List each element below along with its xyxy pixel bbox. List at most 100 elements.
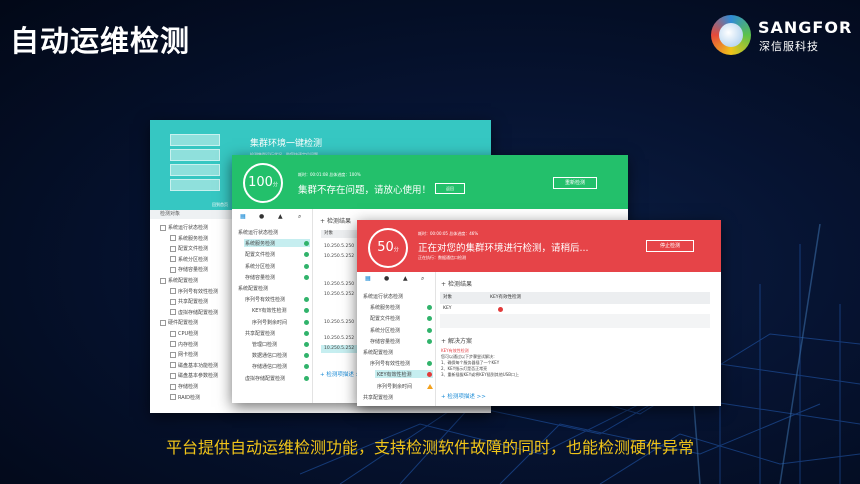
checkbox-icon[interactable] [170,330,176,337]
w3-result-title: + 检测结果 [441,281,472,288]
checkbox-icon[interactable] [170,245,176,252]
w3-toolbar: ▦ ● ▲ ⌕ [357,275,435,285]
check-ok-icon [304,319,309,325]
tree-item[interactable]: KEY有效性检测 [232,307,332,314]
tree-item[interactable]: 存储容量检测 [357,338,448,345]
w3-header: 50分 耗时：00:00:05 总体进度：46% 正在对您的集群环境进行检测，请… [357,220,721,272]
w3-col-object: 对象 [443,295,452,300]
tree-item[interactable]: 系统运行状态检测 [357,293,441,300]
check-ok-icon [304,263,309,269]
object-cell[interactable]: 10.250.5.252 [321,291,360,299]
checkbox-icon[interactable] [170,266,176,273]
tree-item[interactable]: 系统运行状态检测 [232,229,318,236]
tree-item[interactable]: 序列号有效性检测 [232,296,325,303]
tree-item[interactable]: 系统服务检测 [357,304,448,311]
checkbox-icon[interactable] [170,351,176,358]
check-ok-icon [304,241,309,247]
tree-item-label: 共享配置检测 [363,394,394,401]
checkbox-icon[interactable] [170,341,176,348]
tree-item-label: 配置文件检测 [370,316,401,323]
check-error-icon [427,372,432,378]
tree-item[interactable]: 序列号剩余时间 [357,383,455,390]
tree-item-label: 系统配置检测 [238,286,269,292]
warning-icon[interactable]: ▲ [278,213,283,220]
tree-item[interactable]: 虚拟存储配置检测 [232,375,325,382]
object-cell[interactable]: 10.250.5.250 [321,243,360,251]
warning-icon[interactable]: ▲ [403,275,408,282]
check-circle-icon[interactable]: ● [259,213,264,220]
tree-item-label: 虚拟存储配置检测 [178,309,219,316]
w2-toolbar: ▦ ● ▲ ⌕ [232,213,312,223]
stop-check-button[interactable]: 停止检测 [646,240,694,252]
checkbox-icon[interactable] [170,362,176,369]
tree-item[interactable]: 系统服务检测 [232,240,325,247]
tree-item-label: 序列号有效性检测 [370,361,411,368]
check-ok-icon [427,338,432,344]
tree-item-label: 系统运行状态检测 [363,294,404,300]
w2-return-button[interactable]: 返回 [435,183,465,194]
checkbox-icon[interactable] [160,277,166,284]
tree-item[interactable]: 共享配置检测 [357,394,441,401]
object-cell[interactable]: 10.250.5.252 [321,345,360,353]
checkbox-icon[interactable] [170,298,176,305]
tree-item-label: 共享配置检测 [245,330,276,337]
sangfor-logo: SANGFOR 深信服科技 [711,15,851,57]
slide-caption: 平台提供自动运维检测功能，支持检测软件故障的同时，也能检测硬件异常 [165,438,694,457]
object-cell[interactable]: 10.250.5.252 [321,253,360,261]
check-circle-icon[interactable]: ● [384,275,389,282]
w1-back-link[interactable]: 回到首页 [212,202,228,208]
grid-icon[interactable]: ▦ [365,275,371,282]
search-icon[interactable]: ⌕ [298,213,301,221]
tree-item[interactable]: 系统分区检测 [357,327,448,334]
tree-item[interactable]: 系统配置检测 [357,349,441,356]
tree-item-label: 磁盘基本功能检测 [178,362,219,369]
w2-meta: 耗时：00:01:08 总体进度：100% [298,172,361,177]
tree-item[interactable]: 管理口检测 [232,341,332,348]
checkbox-icon[interactable] [170,235,176,242]
tree-item[interactable]: 序列号有效性检测 [357,360,448,367]
tree-item-label: 存储容量检测 [370,338,401,345]
checkbox-icon[interactable] [170,288,176,295]
object-cell[interactable]: 10.250.5.252 [321,335,360,343]
tree-item[interactable]: 系统配置检测 [232,285,318,292]
object-cell[interactable]: 10.250.5.250 [321,319,360,327]
tree-item-label: 配置文件检测 [178,246,209,253]
checkbox-icon[interactable] [160,224,166,231]
tree-item-label: 系统运行状态检测 [168,225,209,231]
checkbox-icon[interactable] [160,319,166,326]
check-ok-icon [304,375,309,381]
checkbox-icon[interactable] [170,383,176,390]
tree-item[interactable]: 配置文件检测 [232,251,325,258]
checkbox-icon[interactable] [170,372,176,379]
tree-item[interactable]: 共享配置检测 [232,330,325,337]
tree-item-label: 系统分区检测 [178,256,209,263]
grid-icon[interactable]: ▦ [240,213,246,220]
tree-item[interactable]: 序列号剩余时间 [232,319,332,326]
server-rack-icon [170,134,220,192]
w2-message: 集群不存在问题，请放心使用！ [298,185,432,196]
checkbox-icon[interactable] [170,394,176,401]
tree-item[interactable]: 配置文件检测 [357,315,448,322]
w1-title: 集群环境一键检测 [250,139,323,149]
tree-item-label: 序列号有效性检测 [245,297,286,304]
w3-more-link[interactable]: + 检测项描述 >> [441,392,486,400]
object-cell[interactable]: 10.250.5.250 [321,281,360,289]
w3-meta: 耗时：00:00:05 总体进度：46% [418,231,479,236]
slide-title: 自动运维检测 [10,24,191,58]
tree-item-label: 硬件配置检测 [168,320,199,327]
w2-object-header: 对象 [321,230,360,238]
search-icon[interactable]: ⌕ [421,275,424,283]
tree-item-label: 系统配置检测 [168,278,199,284]
checkbox-icon[interactable] [170,309,176,316]
tree-item-label: 存储通信口检测 [252,364,288,371]
recheck-button[interactable]: 重新检测 [553,177,597,189]
tree-item[interactable]: 数据通信口检测 [232,352,332,359]
check-ok-icon [304,364,309,370]
w3-score: 50 [377,240,394,255]
tree-item[interactable]: 存储通信口检测 [232,363,332,370]
tree-item[interactable]: 存储容量检测 [232,274,325,281]
checkbox-icon[interactable] [170,256,176,263]
tree-item-label: 系统分区检测 [245,263,276,270]
w3-row-object: KEY [443,306,452,311]
tree-item[interactable]: 系统分区检测 [232,263,325,270]
